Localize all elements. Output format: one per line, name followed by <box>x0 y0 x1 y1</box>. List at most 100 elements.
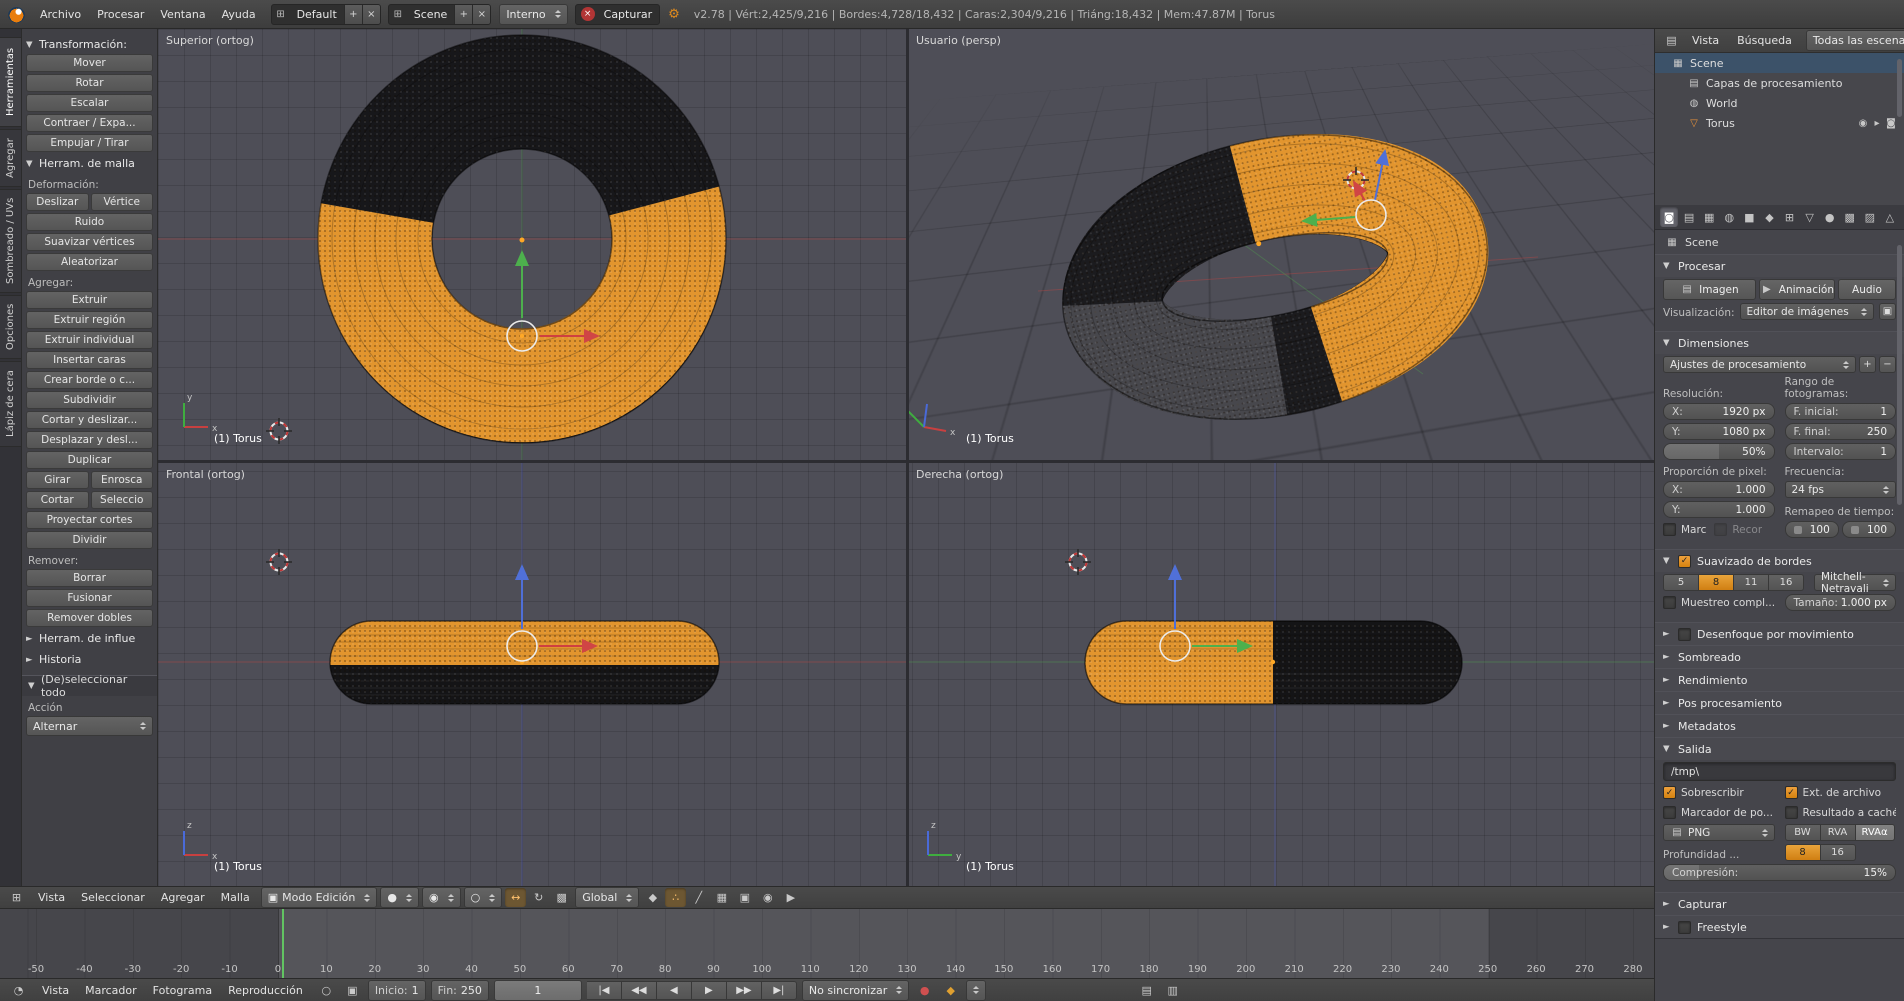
render-panel-header[interactable]: ▼ Procesar <box>1655 255 1904 277</box>
full-sample-checkbox[interactable]: Muestreo compl... <box>1663 594 1775 611</box>
tool-button[interactable]: Escalar <box>26 94 153 112</box>
resolution-percentage-slider[interactable]: 50% <box>1663 443 1775 460</box>
scene-tab-icon[interactable]: ▦ <box>1700 207 1718 227</box>
transport-button[interactable]: ▶ <box>692 981 727 1000</box>
pivot-center-select[interactable]: ◉ <box>422 887 461 908</box>
select-vertex-icon[interactable]: ∴ <box>665 888 686 907</box>
properties-scrollbar[interactable] <box>1897 245 1902 505</box>
render-audio-button[interactable]: Audio <box>1838 279 1896 300</box>
shading-panel-header[interactable]: ► Sombreado <box>1655 646 1904 668</box>
torus-front-view[interactable] <box>330 621 719 704</box>
transform-orientation-select[interactable]: Global <box>575 887 639 908</box>
view-superior[interactable]: x y <box>158 29 906 460</box>
menu-item[interactable]: Archivo <box>32 3 89 25</box>
torus-right-view[interactable] <box>1085 621 1462 704</box>
capture-button[interactable]: Capturar <box>597 8 659 21</box>
aa-samples-11[interactable]: 11 <box>1734 574 1769 591</box>
compression-slider[interactable]: Compresión: 15% <box>1663 864 1896 881</box>
output-path-field[interactable]: /tmp\ <box>1663 762 1896 781</box>
mesh-tools-panel-header[interactable]: ▼ Herram. de malla <box>26 154 153 173</box>
file-format-select[interactable]: ▤ PNG <box>1663 824 1775 841</box>
timeline-editor[interactable]: -50-40-30-20-100102030405060708090100110… <box>0 909 1654 978</box>
overwrite-checkbox[interactable]: Sobrescribir <box>1663 784 1775 801</box>
lock-time-icon[interactable]: ▣ <box>342 981 363 1000</box>
menu-item[interactable]: Seleccionar <box>73 887 153 909</box>
influence-panel-header[interactable]: ► Herram. de influe <box>26 629 153 648</box>
tool-button[interactable]: Subdividir <box>26 391 153 409</box>
keying-set-icon[interactable]: ◆ <box>940 981 961 1000</box>
menu-item[interactable]: Fotograma <box>145 979 220 1001</box>
border-checkbox[interactable]: Marc <box>1663 521 1706 538</box>
mode-select[interactable]: ▣ Modo Edición <box>261 887 378 908</box>
frame-step-field[interactable]: Intervalo:1 <box>1785 443 1897 460</box>
depth-16[interactable]: 16 <box>1821 844 1856 861</box>
render-camera-icon[interactable]: ◙ <box>1884 118 1898 129</box>
paste-pose-icon[interactable]: ▥ <box>1162 981 1183 1000</box>
crop-checkbox[interactable]: Recor <box>1714 521 1762 538</box>
render-tab-icon[interactable]: ◙ <box>1660 207 1678 227</box>
menu-item[interactable]: Ventana <box>152 3 213 25</box>
tab-lapiz-de-cera[interactable]: Lápiz de cera <box>0 361 21 447</box>
browse-scenes-icon[interactable]: ⊞ <box>389 9 407 20</box>
3d-cursor[interactable] <box>266 418 292 444</box>
tool-button[interactable]: Desplazar y desl... <box>26 431 153 449</box>
channel-rgba[interactable]: RVAα <box>1856 824 1895 841</box>
transport-button[interactable]: |◀ <box>587 981 622 1000</box>
manipulator-rotate-icon[interactable]: ↻ <box>528 888 549 907</box>
outliner-display-select[interactable]: Todas las escenas <box>1806 30 1904 51</box>
3d-cursor[interactable] <box>266 549 292 575</box>
tool-button[interactable]: Insertar caras <box>26 351 153 369</box>
tool-button[interactable]: Extruir región <box>26 311 153 329</box>
outliner-item-render-layers[interactable]: ▤ Capas de procesamiento <box>1655 73 1904 93</box>
add-scene-button[interactable]: + <box>454 5 472 24</box>
outliner-item-world[interactable]: ◍ World <box>1655 93 1904 113</box>
editor-type-icon[interactable]: ▤ <box>1661 31 1682 50</box>
frame-start-field[interactable]: F. inicial:1 <box>1785 403 1897 420</box>
aa-size-field[interactable]: Tamaño:1.000 px <box>1785 594 1897 611</box>
selectable-arrow-icon[interactable]: ▸ <box>1870 118 1884 129</box>
file-extension-checkbox[interactable]: Ext. de archivo <box>1785 784 1897 801</box>
transport-button[interactable]: ▶▶ <box>727 981 762 1000</box>
tool-button[interactable]: Contraer / Expa... <box>26 114 153 132</box>
menu-item[interactable]: Procesar <box>89 3 152 25</box>
menu-item[interactable]: Vista <box>30 887 73 909</box>
time-remap-old-field[interactable]: 100 <box>1785 521 1839 538</box>
render-engine-select[interactable]: Interno <box>499 4 567 25</box>
tool-button-deslizar[interactable]: Deslizar <box>26 193 89 211</box>
3d-cursor[interactable] <box>1065 549 1091 575</box>
material-tab-icon[interactable]: ● <box>1821 207 1839 227</box>
render-preset-select[interactable]: Ajustes de procesamiento <box>1663 356 1856 373</box>
tool-button[interactable]: Fusionar <box>26 589 153 607</box>
delete-scene-button[interactable]: × <box>472 5 490 24</box>
depth-8[interactable]: 8 <box>1785 844 1821 861</box>
aa-samples-5[interactable]: 5 <box>1663 574 1699 591</box>
action-select[interactable]: Alternar <box>26 716 153 736</box>
freestyle-panel-header[interactable]: ► Freestyle <box>1655 916 1904 938</box>
tool-button[interactable]: Aleatorizar <box>26 253 153 271</box>
menu-item[interactable]: Marcador <box>77 979 145 1001</box>
channel-rgb[interactable]: RVA <box>1821 824 1856 841</box>
outliner-item-scene[interactable]: ▦ Scene <box>1655 53 1904 73</box>
post-processing-panel-header[interactable]: ► Pos procesamiento <box>1655 692 1904 714</box>
constraints-tab-icon[interactable]: ◆ <box>1760 207 1778 227</box>
tool-button-cortar[interactable]: Cortar <box>26 491 89 509</box>
antialiasing-checkbox[interactable] <box>1678 555 1691 568</box>
outliner-menu-vista[interactable]: Vista <box>1684 30 1727 52</box>
3d-viewport[interactable]: x y <box>158 29 1654 886</box>
data-tab-icon[interactable]: ▽ <box>1801 207 1819 227</box>
tool-button[interactable]: Extruir <box>26 291 153 309</box>
time-remap-new-field[interactable]: 100 <box>1842 521 1896 538</box>
auto-keyframe-record-icon[interactable]: ● <box>914 981 935 1000</box>
menu-item[interactable]: Agregar <box>153 887 213 909</box>
lock-interface-icon[interactable]: ▣ <box>1879 303 1896 320</box>
display-mode-select[interactable]: Editor de imágenes <box>1740 303 1874 320</box>
view-usuario[interactable]: x y <box>900 97 1538 456</box>
render-image-button[interactable]: ▤ Imagen <box>1663 279 1756 300</box>
opengl-render-icon[interactable]: ◉ <box>757 888 778 907</box>
tool-button-vertice[interactable]: Vértice <box>91 193 154 211</box>
menu-item[interactable]: Ayuda <box>214 3 264 25</box>
transport-button[interactable]: ◀◀ <box>622 981 657 1000</box>
tool-button[interactable]: Crear borde o c... <box>26 371 153 389</box>
occlude-geometry-icon[interactable]: ▣ <box>734 888 755 907</box>
output-panel-header[interactable]: ▼ Salida <box>1655 738 1904 760</box>
